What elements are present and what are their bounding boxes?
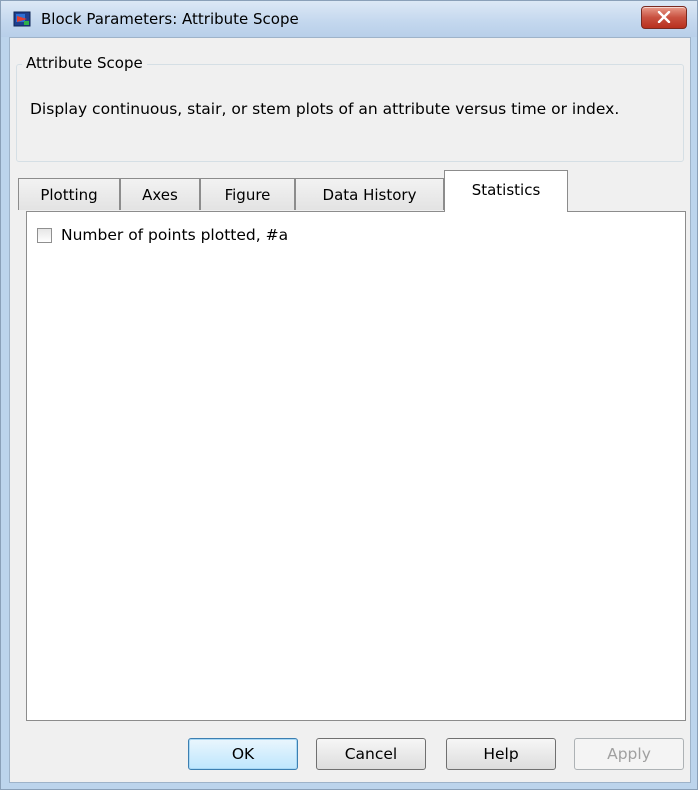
points-plotted-option[interactable]: Number of points plotted, #a xyxy=(37,226,288,244)
ok-button[interactable]: OK xyxy=(188,738,298,770)
window-title: Block Parameters: Attribute Scope xyxy=(41,10,299,28)
button-row: OK Cancel Help Apply xyxy=(10,738,690,772)
apply-button[interactable]: Apply xyxy=(574,738,684,770)
cancel-button[interactable]: Cancel xyxy=(316,738,426,770)
tab-statistics[interactable]: Statistics xyxy=(444,170,568,212)
close-icon xyxy=(657,9,671,27)
dialog-window: Block Parameters: Attribute Scope Attrib… xyxy=(0,0,698,790)
tab-data-history[interactable]: Data History xyxy=(295,178,444,210)
close-button[interactable] xyxy=(641,6,687,29)
simulink-block-icon xyxy=(13,10,31,28)
tab-axes[interactable]: Axes xyxy=(120,178,200,210)
points-plotted-checkbox[interactable] xyxy=(37,227,52,243)
tab-strip: Plotting Axes Figure Data History Statis… xyxy=(18,170,678,212)
title-bar[interactable]: Block Parameters: Attribute Scope xyxy=(1,1,697,37)
tab-figure[interactable]: Figure xyxy=(200,178,295,210)
dialog-client-area: Attribute Scope Display continuous, stai… xyxy=(9,37,691,783)
block-description: Display continuous, stair, or stem plots… xyxy=(30,100,620,118)
groupbox-title: Attribute Scope xyxy=(22,54,147,72)
statistics-panel: Number of points plotted, #a xyxy=(26,211,686,721)
help-button[interactable]: Help xyxy=(446,738,556,770)
points-plotted-label: Number of points plotted, #a xyxy=(61,226,289,244)
tab-plotting[interactable]: Plotting xyxy=(18,178,120,210)
